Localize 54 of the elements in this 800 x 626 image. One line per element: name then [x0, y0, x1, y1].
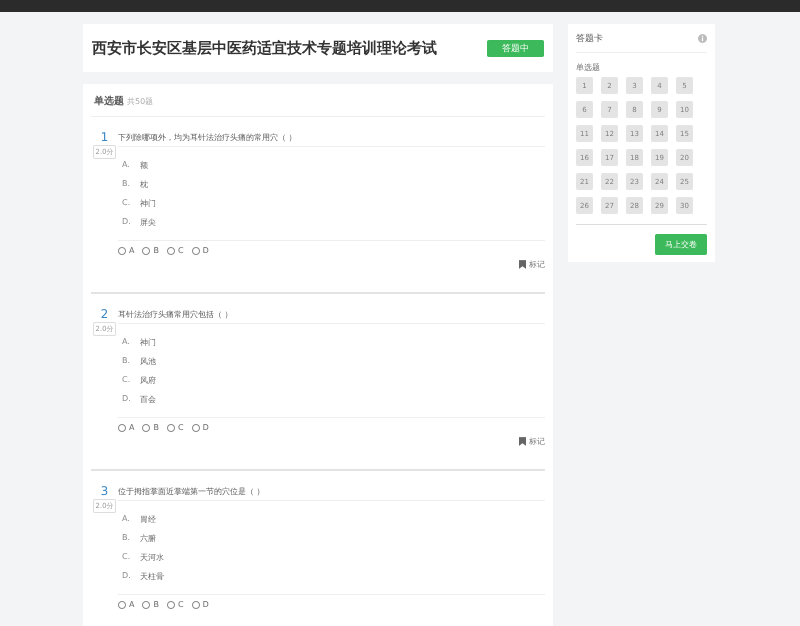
answer-card-section: 单选题	[576, 62, 707, 73]
option-letter: B.	[122, 356, 132, 367]
option-letter: B.	[122, 179, 132, 190]
question-number: 2	[100, 308, 108, 320]
answer-radio[interactable]: C	[166, 600, 184, 609]
section-title: 单选题	[94, 94, 124, 108]
answer-radio[interactable]: A	[118, 423, 134, 432]
exam-title: 西安市长安区基层中医药适宜技术专题培训理论考试	[92, 38, 437, 58]
answer-radio[interactable]: C	[166, 246, 184, 255]
bookmark-icon	[519, 260, 526, 269]
option-letter: D.	[122, 571, 132, 582]
option-letter: C.	[122, 198, 132, 209]
option-text: 屏尖	[140, 217, 156, 229]
answer-radio[interactable]: B	[142, 600, 159, 609]
mark-button[interactable]: 标记	[519, 436, 545, 447]
answer-radio[interactable]: D	[192, 423, 209, 432]
submit-button[interactable]: 马上交卷	[655, 234, 707, 255]
mark-button[interactable]: 标记	[519, 259, 545, 270]
option-letter: D.	[122, 394, 132, 405]
question-number: 3	[100, 485, 108, 497]
question-text: 耳针法治疗头痛常用穴包括（ ）	[118, 308, 545, 324]
option-letter: A.	[122, 514, 131, 525]
option-letter: C.	[122, 552, 132, 563]
answer-radio[interactable]: B	[142, 246, 159, 255]
option-text: 六腑	[140, 533, 156, 545]
question-text: 位于拇指掌面近掌端第一节的穴位是（ ）	[118, 485, 545, 501]
option-letter: B.	[122, 533, 132, 544]
option-letter: C.	[122, 375, 132, 386]
answer-radio[interactable]: D	[192, 246, 209, 255]
option-text: 额	[140, 160, 148, 172]
question-text: 下列除哪项外，均为耳针法治疗头痛的常用穴（ ）	[118, 131, 545, 147]
option-letter: D.	[122, 217, 132, 228]
answer-radio[interactable]: A	[118, 246, 134, 255]
option-text: 天柱骨	[140, 571, 164, 583]
option-text: 神门	[140, 198, 156, 210]
answer-radio[interactable]: D	[192, 600, 209, 609]
option-text: 胃经	[140, 514, 156, 526]
option-letter: A.	[122, 337, 131, 348]
option-text: 百会	[140, 394, 156, 406]
option-text: 神门	[140, 337, 156, 349]
question-number: 1	[100, 131, 108, 143]
option-text: 枕	[140, 179, 148, 191]
option-text: 风池	[140, 356, 156, 368]
question-count: 共50题	[127, 96, 154, 107]
answer-radio[interactable]: C	[166, 423, 184, 432]
answer-radio[interactable]: A	[118, 600, 134, 609]
bookmark-icon	[519, 437, 526, 446]
answer-radio[interactable]: B	[142, 423, 159, 432]
answer-card-title: 答题卡	[576, 32, 603, 44]
option-text: 风府	[140, 375, 156, 387]
option-letter: A.	[122, 160, 131, 171]
info-icon[interactable]	[698, 34, 707, 42]
status-badge: 答题中	[487, 40, 544, 56]
option-text: 天河水	[140, 552, 164, 564]
